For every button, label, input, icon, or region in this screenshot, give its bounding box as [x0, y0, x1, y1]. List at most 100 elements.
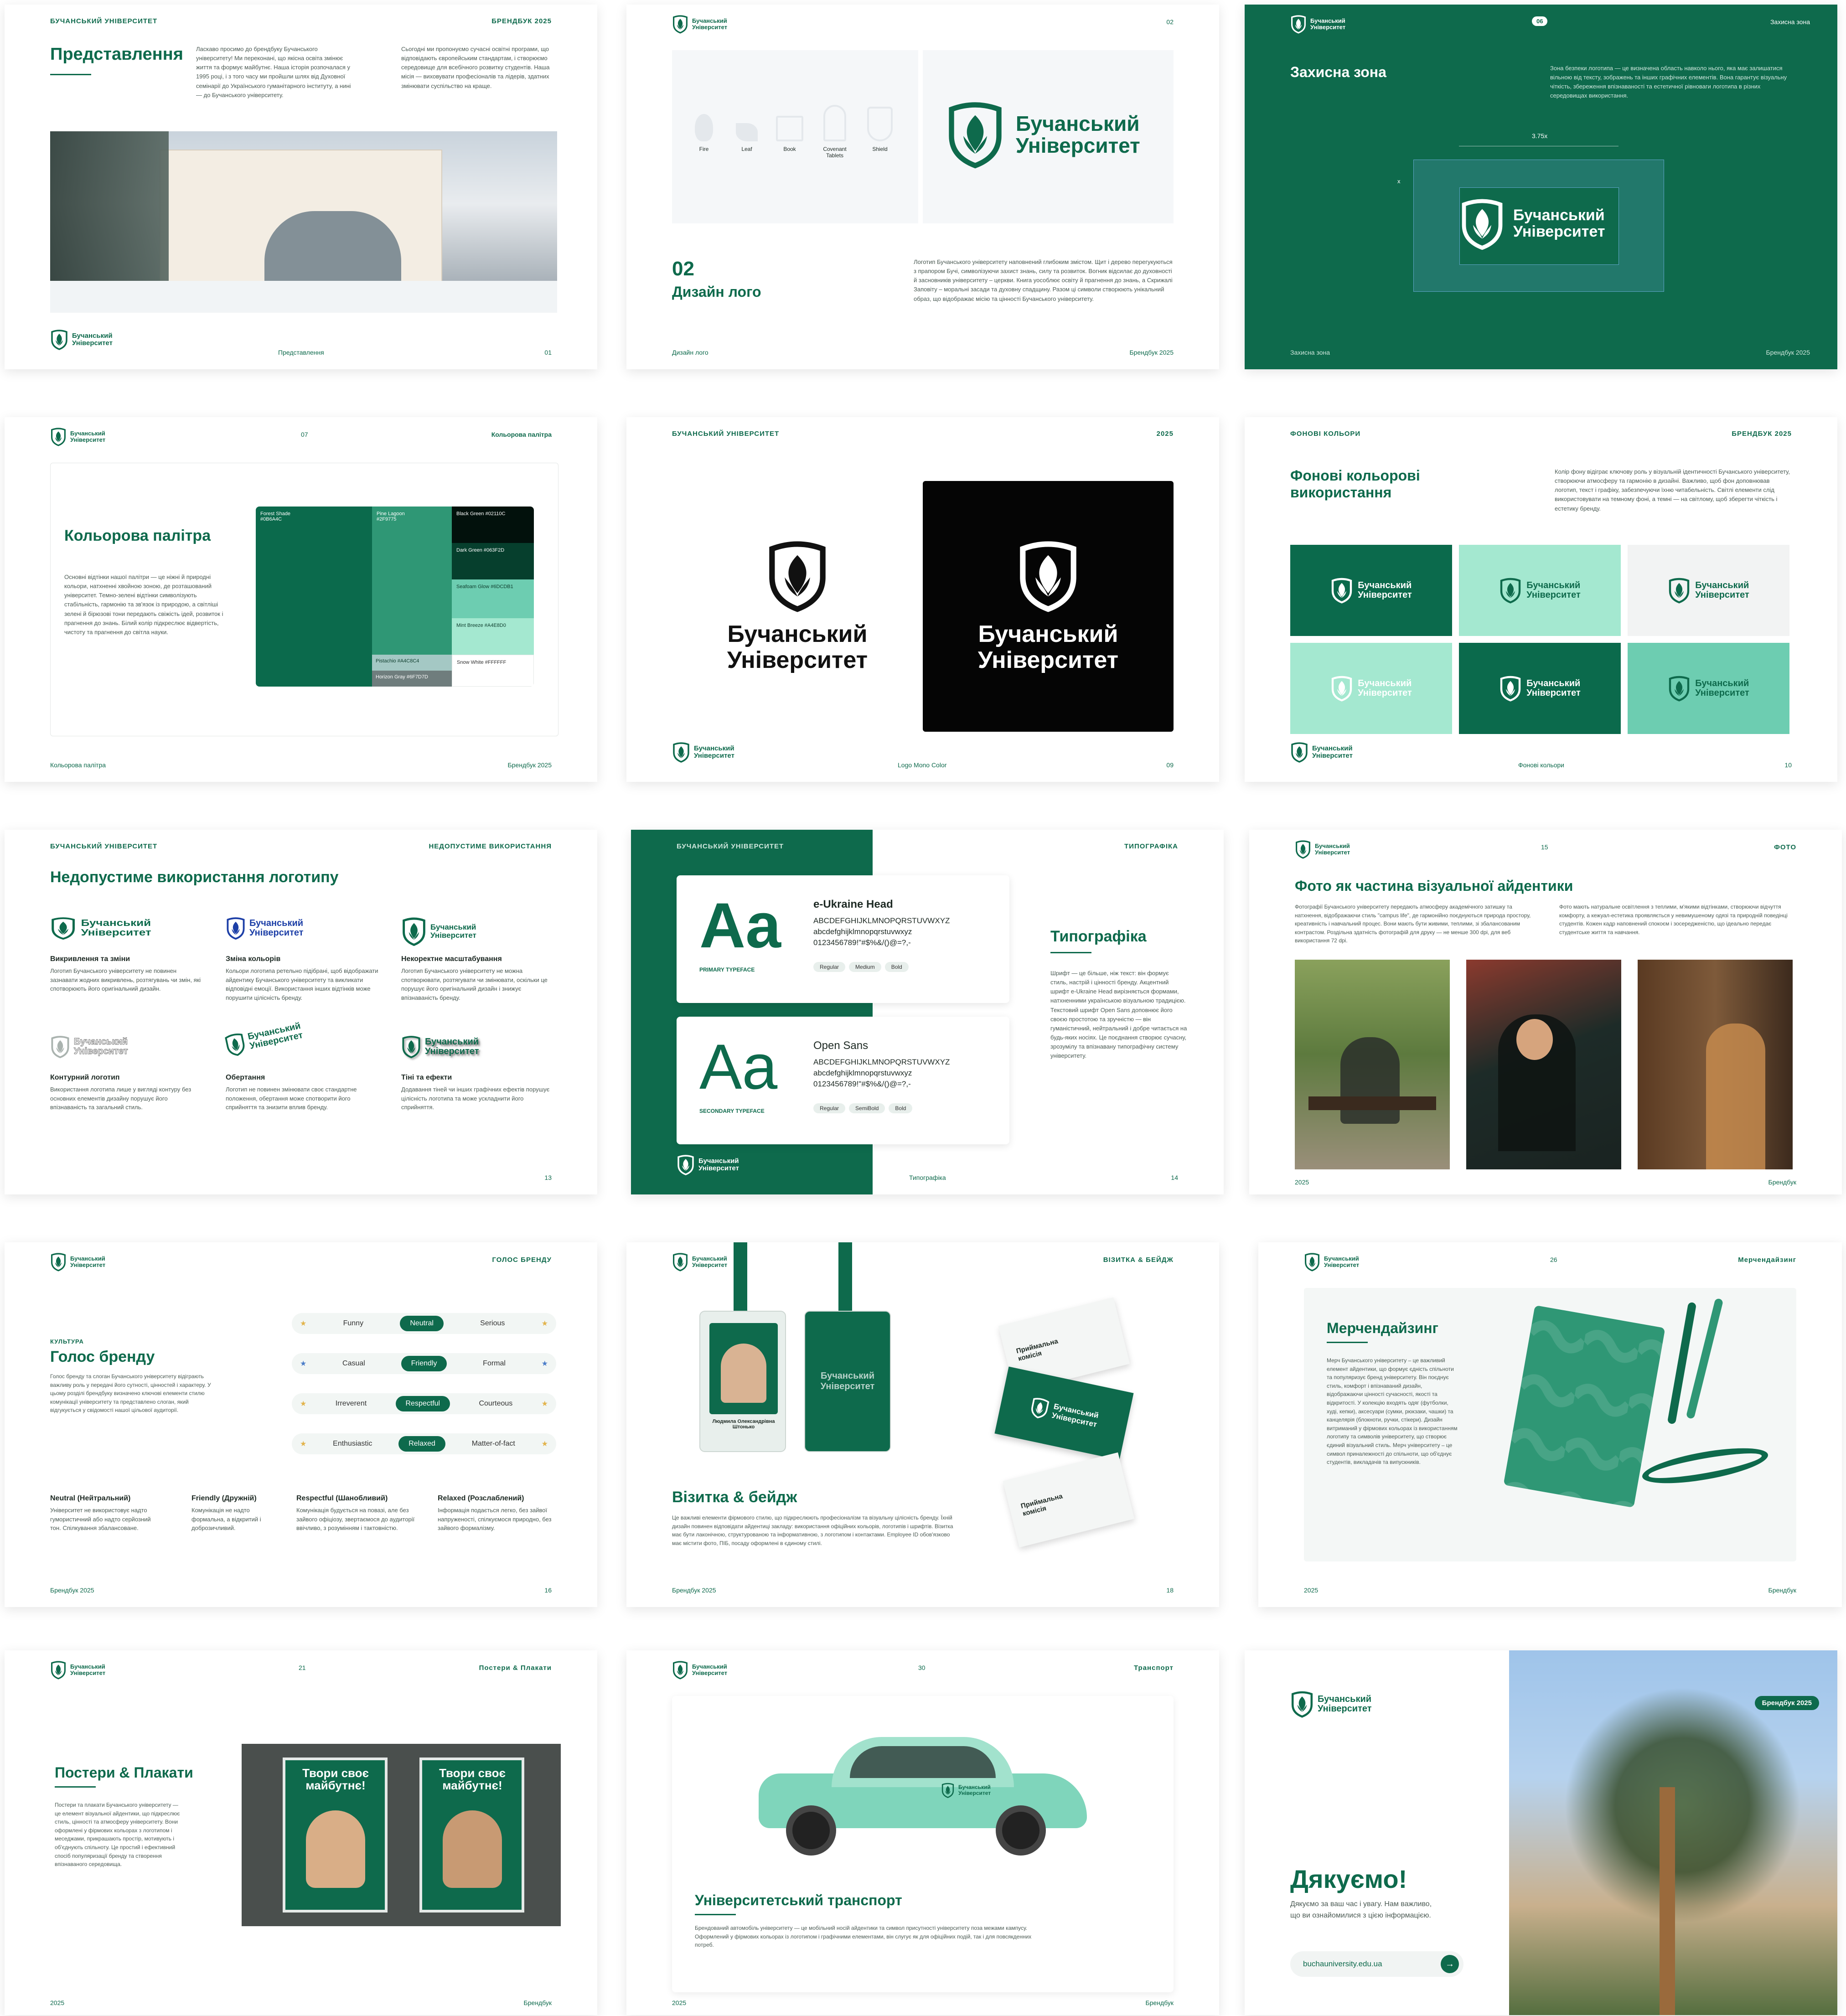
- crest-icon: [672, 742, 690, 763]
- crest-icon: [50, 916, 76, 940]
- page-number: 26: [1550, 1256, 1557, 1263]
- misuse-logo-outline: Бучанський Університет: [50, 1035, 205, 1059]
- glyph-upper: ABCDEFGHIJKLMNOPQRSTUVWXYZ: [813, 1058, 950, 1066]
- glyph-numbers: 0123456789!"#$%&/()@=?,-: [813, 938, 911, 947]
- crest-icon: [1290, 1690, 1314, 1718]
- slide-clear-space[interactable]: Бучанський Університет 06 Захисна зона З…: [1245, 5, 1837, 369]
- voice-scale-row: ★ Casual Friendly Formal ★: [292, 1353, 556, 1374]
- crest-icon: [1459, 196, 1505, 251]
- swatch-name: Black Green: [456, 511, 484, 517]
- slide-footer-label: Брендбук 2025: [672, 1587, 716, 1594]
- employee-id-badge-back: Бучанський Університет: [804, 1311, 891, 1452]
- misuse-logo-recolored: Бучанський Університет: [226, 916, 381, 940]
- slide-thank-you[interactable]: Бучанський Університет Брендбук 2025 Дяк…: [1245, 1650, 1837, 2015]
- footer-logo: Бучанський Університет: [672, 742, 734, 763]
- slide-header-right: НЕДОПУСТИМЕ ВИКОРИСТАННЯ: [429, 843, 552, 850]
- crest-icon: [1330, 577, 1353, 604]
- slide-background-colors[interactable]: ФОНОВІ КОЛЬОРИ БРЕНДБУК 2025 Фонові коль…: [1245, 417, 1837, 782]
- leaf-icon: [736, 123, 758, 141]
- misuse-text: Викривлення та зміни Логотип Бучанського …: [50, 954, 205, 993]
- header-logo: Бучанський Університет: [1304, 1252, 1359, 1272]
- misuse-item: Бучанський Університет Контурний логотип…: [50, 1035, 205, 1112]
- slide-merchandise[interactable]: Бучанський Університет 26 Мерчендайзинг …: [1258, 1242, 1842, 1607]
- slide-footer-label: Типографіка: [909, 1174, 946, 1181]
- palette-swatches: Forest Shade #0B6A4C Pine Lagoon #2F9775 B…: [256, 507, 534, 687]
- slide-header-right: ТИПОГРАФІКА: [1124, 843, 1178, 850]
- logo-wordmark: Бучанський Університет: [430, 923, 476, 940]
- slide-logo-mono[interactable]: БУЧАНСЬКИЙ УНІВЕРСИТЕТ 2025 Бучанський У…: [626, 417, 1219, 782]
- voice-left: Enthusiastic: [333, 1440, 372, 1447]
- typography-description: Шрифт — це більше, ніж текст: він формує…: [1050, 970, 1187, 1060]
- slide-brand-voice[interactable]: Бучанський Університет ГОЛОС БРЕНДУ КУЛЬ…: [5, 1242, 597, 1607]
- page-number: 02: [1166, 18, 1174, 26]
- logo-wordmark: Бучанський Університет: [1324, 1255, 1360, 1268]
- page-number: 15: [1541, 843, 1548, 851]
- header-logo: Бучанський Університет: [672, 15, 727, 34]
- crest-icon: [1304, 1252, 1320, 1272]
- misuse-logo-shadow: Бучанський Університет: [401, 1035, 556, 1059]
- tile-light: Бучанський Університет: [1628, 545, 1789, 636]
- misuse-title: Обертання: [226, 1074, 265, 1081]
- slide-photography[interactable]: Бучанський Університет 15 ФОТО Фото як ч…: [1249, 830, 1842, 1194]
- crest-icon: [1016, 539, 1080, 612]
- slide-title: Фото як частина візуальної айдентики: [1295, 878, 1573, 894]
- slide-business-card-badge[interactable]: Бучанський Університет ВІЗИТКА & БЕЙДЖ Л…: [626, 1242, 1219, 1607]
- header-logo: Бучанський Університет: [672, 1252, 727, 1272]
- weight-chips: Regular Medium Bold: [813, 962, 912, 972]
- logo-wordmark: Бучанський Університет: [1358, 580, 1412, 600]
- primary-logo: Бучанський Університет: [946, 100, 1140, 169]
- logo-wordmark: Бучанський Університет: [958, 1784, 991, 1796]
- slide-posters[interactable]: Бучанський Університет 21 Постери & Плак…: [5, 1650, 597, 2015]
- photo-student-library: [1638, 960, 1793, 1169]
- misuse-logo-distorted: Бучанський Університет: [50, 916, 252, 940]
- slide-header-left: ФОНОВІ КОЛЬОРИ: [1290, 430, 1361, 438]
- header-logo: Бучанський Університет: [50, 1252, 105, 1272]
- star-icon: ★: [541, 1360, 548, 1368]
- glyph-set: ABCDEFGHIJKLMNOPQRSTUVWXYZ abcdefghijklmn…: [813, 1057, 1005, 1089]
- lanyard-strap: [734, 1242, 747, 1315]
- voice-right: Matter-of-fact: [471, 1440, 515, 1447]
- slide-footer-right: Брендбук 2025: [1766, 349, 1810, 356]
- slide-logo-design[interactable]: Бучанський Університет 02 Fire Leaf Book…: [626, 5, 1219, 369]
- swatch-dark-green: Dark Green #063F2D: [452, 543, 534, 579]
- clear-space-diagram: Бучанський Університет: [1413, 160, 1664, 292]
- photo-description-2: Фото мають натуральне освітлення з тепли…: [1559, 904, 1788, 936]
- voice-column-desc: Університет не використовує надто гумори…: [50, 1507, 151, 1531]
- swatch-hex: #6DCDB1: [491, 584, 513, 589]
- slide-title: Захисна зона: [1290, 64, 1386, 80]
- website-link[interactable]: buchauniversity.edu.ua →: [1290, 1951, 1463, 1977]
- logo-wordmark: Бучанський Університет: [1695, 678, 1749, 698]
- slide-introduction[interactable]: БУЧАНСЬКИЙ УНІВЕРСИТЕТ БРЕНДБУК 2025 Пре…: [5, 5, 597, 369]
- slide-transport[interactable]: Бучанський Університет 30 Транспорт Буча…: [626, 1650, 1219, 2015]
- logo-wordmark: Бучанський Університет: [247, 1021, 304, 1051]
- brandbook-badge: Брендбук 2025: [1754, 1696, 1819, 1710]
- misuse-desc: Логотип Бучанського університету не можн…: [401, 967, 548, 1001]
- misuse-desc: Використання логотипа лише у вигляді кон…: [50, 1086, 191, 1111]
- logo-wordmark: Бучанський Університет: [1318, 1694, 1372, 1714]
- swatch-name: Mint Breeze: [456, 623, 483, 628]
- palette-description: Основні відтінки нашої палітри — це ніжн…: [64, 574, 223, 636]
- badge-photo: [721, 1344, 766, 1403]
- footer-logo: Бучанський Університет: [1290, 742, 1353, 763]
- slide-typography[interactable]: БУЧАНСЬКИЙ УНІВЕРСИТЕТ ТИПОГРАФІКА Aa PR…: [631, 830, 1224, 1194]
- misuse-title: Зміна кольорів: [226, 955, 281, 963]
- tile-mint: Бучанський Університет: [1459, 545, 1621, 636]
- slide-logo-misuse[interactable]: БУЧАНСЬКИЙ УНІВЕРСИТЕТ НЕДОПУСТИМЕ ВИКОР…: [5, 830, 597, 1194]
- misuse-item: Бучанський Університет Тіні та ефекти Дод…: [401, 1035, 556, 1112]
- arrow-right-icon[interactable]: →: [1441, 1955, 1459, 1973]
- slide-title: Університетський транспорт: [695, 1892, 902, 1908]
- page-number: 01: [544, 349, 552, 356]
- voice-left: Casual: [342, 1360, 365, 1367]
- logo-wordmark: Бучанський Університет: [70, 430, 106, 443]
- photo-student-bench: [1295, 960, 1450, 1169]
- voice-selected: Relaxed: [398, 1436, 445, 1452]
- misuse-desc: Логотип не повинен змінювати своє станда…: [226, 1086, 357, 1111]
- typeface-name: e-Ukraine Head: [813, 898, 893, 910]
- crest-icon: [1028, 1396, 1050, 1420]
- slide-header-right: Транспорт: [1133, 1664, 1174, 1672]
- swatch-name: Pine Lagoon: [377, 511, 405, 517]
- slide-color-palette[interactable]: Бучанський Університет 07 Кольорова палі…: [5, 417, 597, 782]
- weight-chip: Regular: [813, 962, 846, 972]
- crest-icon: [672, 1252, 688, 1272]
- misuse-desc: Додавання тіней чи інших графічних ефект…: [401, 1086, 550, 1111]
